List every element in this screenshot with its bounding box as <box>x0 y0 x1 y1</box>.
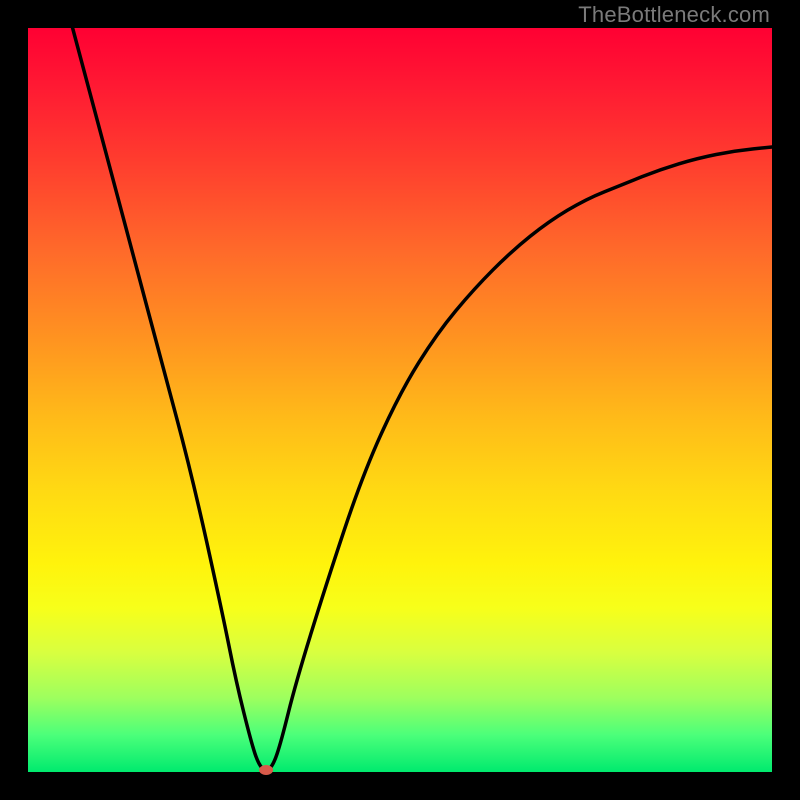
watermark-text: TheBottleneck.com <box>578 2 770 28</box>
bottleneck-curve-path <box>73 28 772 770</box>
minimum-marker <box>259 765 273 775</box>
bottleneck-curve-svg <box>28 28 772 772</box>
plot-area <box>28 28 772 772</box>
chart-frame: TheBottleneck.com <box>0 0 800 800</box>
